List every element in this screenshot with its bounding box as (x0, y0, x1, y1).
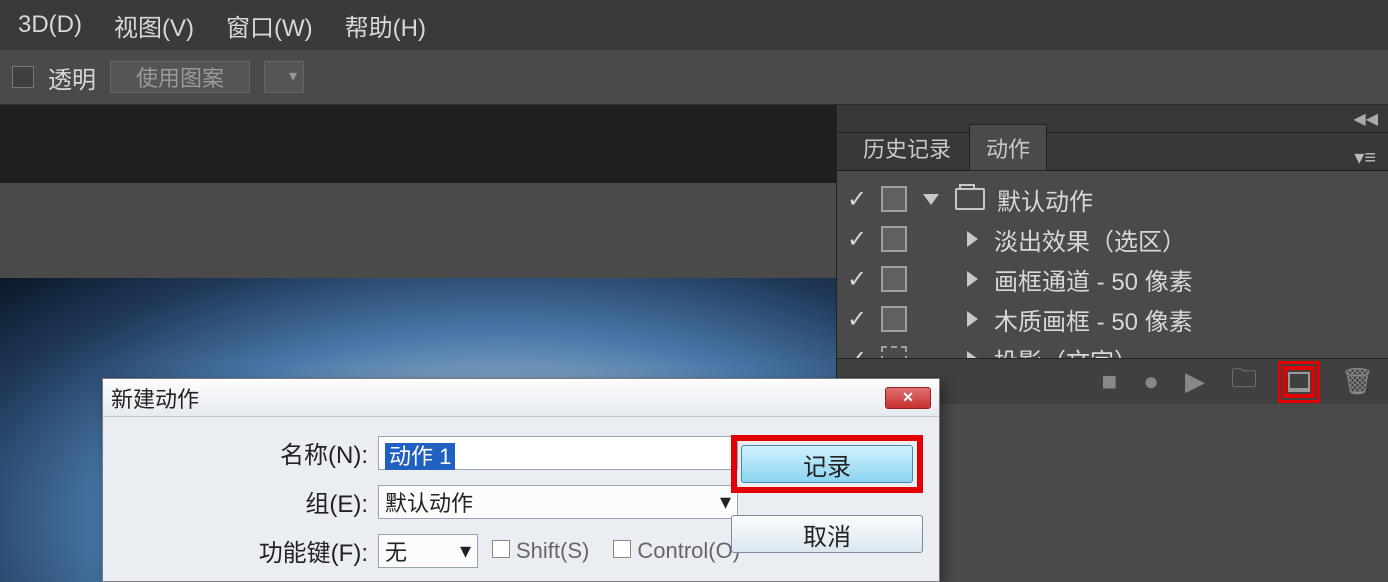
record-button[interactable]: 记录 (741, 445, 913, 483)
new-action-icon (1288, 372, 1310, 392)
action-label: 木质画框 - 50 像素 (994, 302, 1193, 337)
panel-menu-icon[interactable]: ▾≡ (1354, 145, 1376, 170)
dialog-titlebar[interactable]: 新建动作 ✕ (103, 379, 939, 417)
check-icon: ✓ (845, 185, 869, 214)
action-label: 淡出效果（选区） (994, 222, 1186, 257)
action-row[interactable]: ✓ 木质画框 - 50 像素 (837, 299, 1388, 339)
check-icon: ✓ (845, 225, 869, 254)
folder-icon (955, 188, 985, 210)
check-icon: ✓ (845, 265, 869, 294)
trash-icon[interactable]: 🗑 (1341, 366, 1374, 397)
use-pattern-button[interactable]: 使用图案 (110, 61, 250, 93)
action-row[interactable]: ✓ 淡出效果（选区） (837, 219, 1388, 259)
dialog-toggle-icon[interactable] (881, 306, 907, 332)
menu-view[interactable]: 视图(V) (114, 8, 194, 43)
menu-3d[interactable]: 3D(D) (18, 11, 82, 39)
shift-checkbox[interactable] (492, 540, 510, 558)
dialog-toggle-icon[interactable] (881, 186, 907, 212)
record-icon[interactable]: ● (1143, 366, 1159, 397)
collapse-icon: ◀◀ (1353, 109, 1378, 129)
actions-list: ✓ 默认动作 ✓ 淡出效果（选区） ✓ 画框通道 - 50 像素 ✓ 木质画框 … (837, 171, 1388, 379)
dialog-title: 新建动作 (111, 382, 885, 414)
name-input[interactable]: 动作 1 (378, 436, 738, 470)
canvas-tabs-bg (0, 105, 836, 183)
panel-tabs: 历史记录 动作 ▾≡ (837, 133, 1388, 171)
new-action-button[interactable] (1283, 366, 1315, 398)
cancel-button[interactable]: 取消 (731, 515, 923, 553)
action-set-label: 默认动作 (997, 182, 1093, 217)
new-folder-icon[interactable]: 🗀 (1231, 360, 1257, 404)
transparent-label: 透明 (48, 60, 96, 95)
menubar: 3D(D) 视图(V) 窗口(W) 帮助(H) (0, 0, 1388, 50)
shift-label: Shift(S) (516, 538, 589, 563)
dialog-toggle-icon[interactable] (881, 226, 907, 252)
fkey-label: 功能键(F): (123, 533, 378, 568)
chevron-down-icon (923, 194, 939, 205)
stop-icon[interactable]: ■ (1102, 366, 1118, 397)
tab-actions[interactable]: 动作 (969, 124, 1047, 170)
chevron-right-icon (967, 311, 978, 327)
group-select[interactable]: 默认动作▾ (378, 485, 738, 519)
group-label: 组(E): (123, 484, 378, 519)
new-action-dialog: 新建动作 ✕ 名称(N): 动作 1 组(E): 默认动作▾ 功能键(F): 无… (102, 378, 940, 582)
action-set-row[interactable]: ✓ 默认动作 (837, 179, 1388, 219)
close-button[interactable]: ✕ (885, 387, 931, 409)
record-highlight: 记录 (731, 435, 923, 493)
play-icon[interactable]: ▶ (1185, 366, 1205, 397)
menu-help[interactable]: 帮助(H) (345, 8, 426, 43)
chevron-down-icon: ▾ (720, 489, 731, 515)
name-label: 名称(N): (123, 435, 378, 470)
check-icon: ✓ (845, 305, 869, 334)
chevron-right-icon (967, 271, 978, 287)
pattern-picker[interactable] (264, 61, 304, 93)
fkey-select[interactable]: 无▾ (378, 534, 478, 568)
chevron-right-icon (967, 231, 978, 247)
options-toolbar: 透明 使用图案 (0, 50, 1388, 105)
ctrl-label: Control(O) (637, 538, 740, 563)
tab-history[interactable]: 历史记录 (847, 125, 967, 170)
chevron-down-icon: ▾ (460, 538, 471, 564)
dialog-toggle-icon[interactable] (881, 266, 907, 292)
menu-window[interactable]: 窗口(W) (226, 8, 313, 43)
action-row[interactable]: ✓ 画框通道 - 50 像素 (837, 259, 1388, 299)
action-label: 画框通道 - 50 像素 (994, 262, 1193, 297)
ctrl-checkbox[interactable] (613, 540, 631, 558)
transparent-checkbox[interactable] (12, 66, 34, 88)
